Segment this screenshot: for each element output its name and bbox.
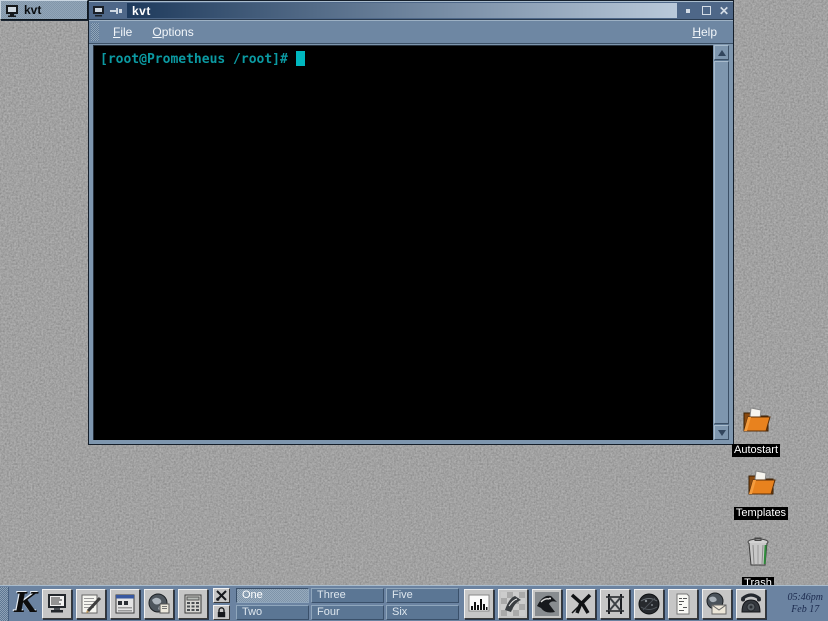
padlock-icon (216, 607, 227, 618)
console-icon (45, 592, 69, 616)
scroll-up-button[interactable] (714, 45, 729, 60)
shaded-window-title: kvt (24, 3, 41, 17)
pin-icon (109, 6, 123, 16)
desktop-icon-trash[interactable]: Trash (718, 536, 798, 591)
desktop-icon-templates[interactable]: Templates (721, 468, 801, 521)
scrollbar-thumb[interactable] (714, 61, 729, 424)
trash-icon (743, 536, 773, 568)
shell-prompt: [root@Prometheus /root]# (100, 52, 288, 67)
launcher-x11[interactable] (566, 589, 596, 619)
icon-label: Autostart (732, 444, 780, 457)
sticky-pin-button[interactable] (107, 2, 125, 19)
logout-button[interactable] (213, 588, 230, 603)
menu-file[interactable]: File (103, 23, 142, 41)
launcher-phone[interactable] (736, 589, 766, 619)
terminal-cursor (296, 51, 305, 66)
menu-help[interactable]: Help (682, 23, 727, 41)
k-menu-button[interactable]: K (12, 588, 40, 620)
clock-date: Feb 17 (787, 604, 823, 616)
pager-desktop-four[interactable]: Four (311, 605, 384, 620)
launcher-web-browser[interactable] (144, 589, 174, 619)
panel-hide-handle[interactable] (0, 587, 9, 621)
launcher-mail[interactable] (702, 589, 732, 619)
pager-desktop-one[interactable]: One (236, 588, 309, 603)
desktop-icon-autostart[interactable]: Autostart (716, 405, 796, 458)
minimize-icon (686, 9, 690, 13)
launcher-cd-player[interactable] (634, 589, 664, 619)
pager-desktop-five[interactable]: Five (386, 588, 459, 603)
menu-options[interactable]: Options (142, 23, 203, 41)
globe-mail-icon (705, 592, 729, 616)
launcher-file-manager[interactable] (110, 589, 140, 619)
titlebar[interactable]: kvt ✕ (89, 1, 733, 20)
checkered-image-icon (501, 592, 525, 616)
desktop-pager: One Two Three Four Five Six (236, 588, 459, 620)
launcher-image-tool[interactable] (498, 589, 528, 619)
window-title[interactable]: kvt (127, 3, 677, 18)
arrow-up-icon (718, 50, 726, 56)
window-menu-button[interactable] (89, 2, 107, 19)
terminal-icon (5, 4, 19, 17)
telephone-icon (739, 592, 763, 616)
desktop: kvt kvt ✕ (0, 0, 828, 621)
menubar-drag-handle[interactable] (91, 23, 99, 41)
launcher-text-editor[interactable] (76, 589, 106, 619)
icon-label: Templates (734, 507, 788, 520)
clock-time: 05:46pm (787, 592, 823, 604)
terminal-scrollbar[interactable] (714, 45, 729, 440)
easel-frame-icon (603, 592, 627, 616)
launcher-easel[interactable] (600, 589, 630, 619)
calculator-icon (181, 592, 205, 616)
note-page-icon (671, 592, 695, 616)
terminal-icon (92, 5, 105, 17)
dark-sphere-icon (637, 592, 661, 616)
pager-desktop-six[interactable]: Six (386, 605, 459, 620)
eagle-image-icon (535, 592, 559, 616)
minimize-button[interactable] (679, 2, 697, 19)
pager-desktop-three[interactable]: Three (311, 588, 384, 603)
close-button[interactable]: ✕ (715, 2, 733, 19)
histogram-icon (467, 592, 491, 616)
notepad-pencil-icon (79, 592, 103, 616)
globe-icon (147, 592, 171, 616)
maximize-icon (702, 6, 711, 15)
shaded-window-kvt[interactable]: kvt (0, 0, 88, 20)
terminal-screen[interactable]: [root@Prometheus /root]# (93, 45, 713, 440)
launcher-graphics-app[interactable] (532, 589, 562, 619)
folder-icon (744, 468, 778, 498)
close-icon: ✕ (719, 5, 729, 17)
kvt-window: kvt ✕ File Options Help [root@Prometheus… (88, 0, 734, 445)
kpanel: K (0, 585, 828, 621)
menubar: File Options Help (89, 20, 733, 44)
folder-icon (739, 405, 773, 435)
pager-desktop-two[interactable]: Two (236, 605, 309, 620)
logout-x-icon (216, 590, 227, 601)
launcher-notes[interactable] (668, 589, 698, 619)
x11-logo-icon (569, 592, 593, 616)
launcher-calculator[interactable] (178, 589, 208, 619)
window-icon (113, 592, 137, 616)
lock-screen-button[interactable] (213, 605, 230, 620)
terminal-client-area: [root@Prometheus /root]# (89, 44, 733, 444)
panel-clock: 05:46pm Feb 17 (787, 592, 823, 616)
launcher-console[interactable] (42, 589, 72, 619)
maximize-button[interactable] (697, 2, 715, 19)
panel-small-buttons (213, 588, 230, 620)
launcher-chart-app[interactable] (464, 589, 494, 619)
